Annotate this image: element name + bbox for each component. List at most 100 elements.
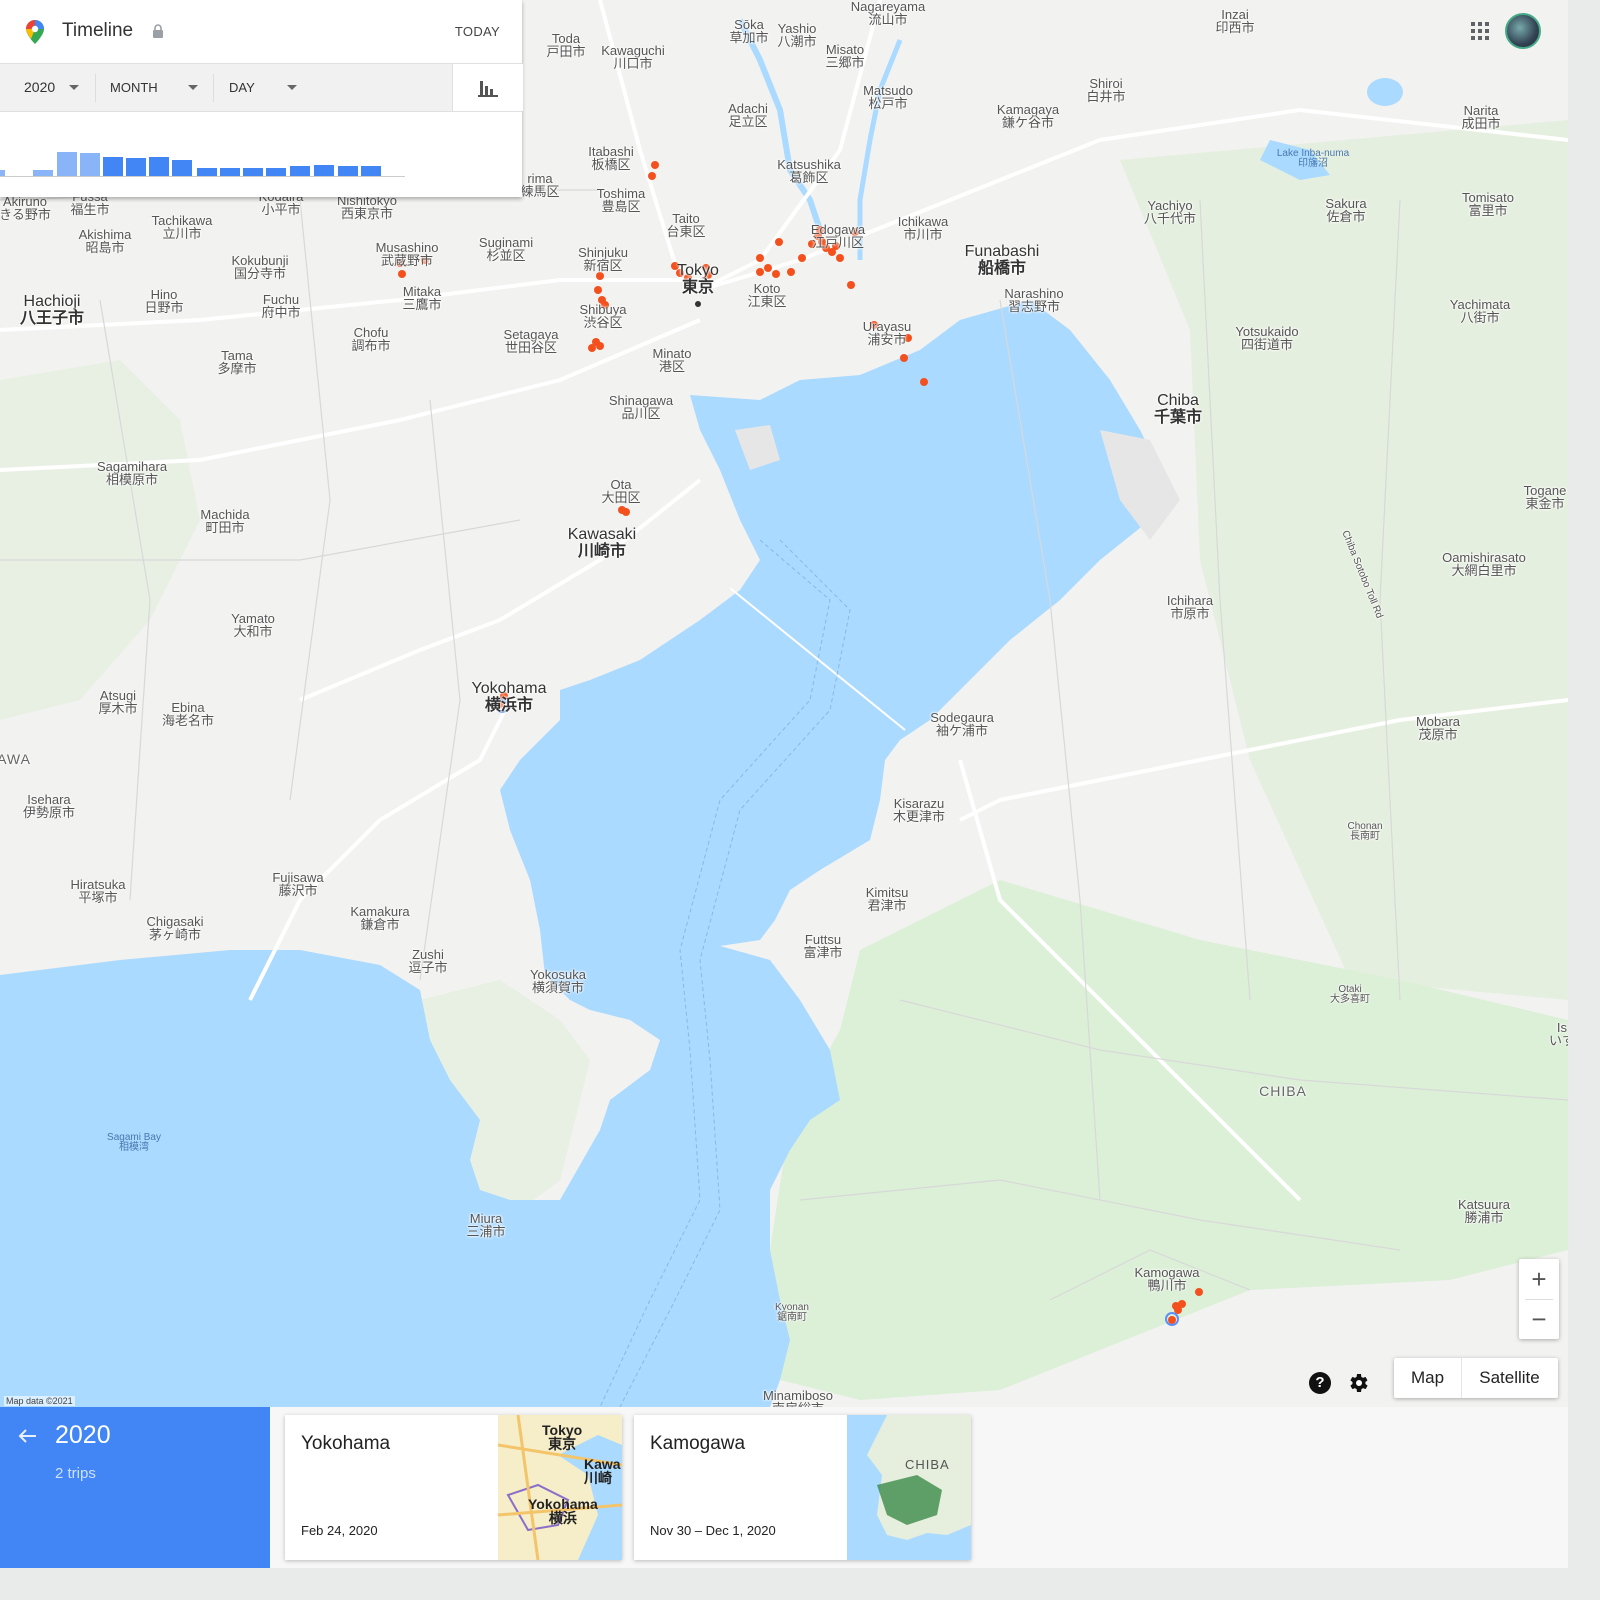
location-dot[interactable] — [588, 344, 596, 352]
lock-icon — [153, 24, 163, 38]
account-avatar[interactable] — [1505, 13, 1541, 49]
location-dot[interactable] — [816, 226, 824, 234]
location-dot[interactable] — [904, 334, 912, 342]
histogram-bar[interactable] — [314, 165, 334, 176]
today-button[interactable]: TODAY — [455, 24, 500, 39]
location-dot[interactable] — [500, 692, 508, 700]
location-dot[interactable] — [601, 301, 609, 309]
trip-map-thumbnail: Tokyo 東京 Kawa 川崎 Yokohama 横浜 — [497, 1415, 622, 1560]
location-dot[interactable] — [1195, 1288, 1203, 1296]
zoom-out-button[interactable]: − — [1519, 1299, 1559, 1339]
location-dot[interactable] — [756, 268, 764, 276]
timeline-panel: Timeline TODAY 2020 MONTH DAY — [0, 0, 523, 197]
location-dot[interactable] — [1168, 1316, 1176, 1324]
histogram-bar[interactable] — [220, 168, 240, 176]
day-select[interactable]: DAY — [229, 64, 299, 111]
location-dot[interactable] — [772, 270, 780, 278]
trips-count: 2 trips — [55, 1465, 96, 1482]
histogram-bar[interactable] — [103, 157, 123, 176]
location-dot[interactable] — [648, 172, 656, 180]
location-dot[interactable] — [676, 269, 684, 277]
back-arrow-icon[interactable] — [16, 1425, 38, 1447]
histogram-bar[interactable] — [197, 168, 217, 176]
thumb-label: 横浜 — [548, 1510, 577, 1526]
location-dot[interactable] — [671, 262, 679, 270]
map-canvas[interactable]: Nagareyama 流山市 Inzai 印西市 Sōka 草加市 Yashio 八潮市 Mis… — [0, 0, 1568, 1407]
location-dot[interactable] — [920, 378, 928, 386]
trip-card-kamogawa[interactable]: Kamogawa Nov 30 – Dec 1, 2020 CHIBA — [634, 1415, 971, 1560]
satellite-view-button[interactable]: Satellite — [1461, 1358, 1558, 1398]
location-dot[interactable] — [836, 254, 844, 262]
zoom-in-button[interactable]: + — [1519, 1259, 1559, 1299]
location-dot[interactable] — [847, 281, 855, 289]
trip-name: Yokohama — [301, 1433, 391, 1454]
trip-date: Nov 30 – Dec 1, 2020 — [650, 1523, 776, 1538]
location-dot[interactable] — [798, 254, 806, 262]
thumb-label: 川崎 — [584, 1470, 612, 1486]
map-type-control: Map Satellite — [1394, 1358, 1558, 1398]
location-dot[interactable] — [396, 259, 404, 267]
location-dot[interactable] — [764, 264, 772, 272]
thumb-label: 東京 — [548, 1436, 577, 1452]
location-dot[interactable] — [775, 238, 783, 246]
histogram-bar[interactable] — [0, 170, 5, 176]
location-dot[interactable] — [651, 161, 659, 169]
location-dot[interactable] — [684, 274, 692, 282]
day-select-label: DAY — [229, 80, 255, 95]
thumb-label: CHIBA — [905, 1457, 950, 1472]
year-select[interactable]: 2020 — [24, 64, 84, 111]
histogram-bar[interactable] — [149, 157, 169, 176]
histogram-bar[interactable] — [338, 166, 358, 176]
trip-map-thumbnail: CHIBA — [847, 1415, 971, 1560]
histogram-bar[interactable] — [33, 170, 53, 176]
help-icon[interactable]: ? — [1309, 1372, 1331, 1394]
histogram-bar[interactable] — [290, 166, 310, 176]
map-attribution: Map data ©2021 — [4, 1396, 75, 1406]
location-dot[interactable] — [596, 272, 604, 280]
map-base — [0, 0, 1568, 1407]
month-select-label: MONTH — [110, 80, 158, 95]
trips-bar: 2020 2 trips Yokohama Feb 24, 2020 Tokyo… — [0, 1407, 1568, 1568]
trip-date: Feb 24, 2020 — [301, 1523, 378, 1538]
location-dot[interactable] — [596, 342, 604, 350]
trip-name: Kamogawa — [650, 1433, 746, 1454]
location-dot[interactable] — [851, 228, 859, 236]
chevron-down-icon — [69, 85, 79, 90]
google-maps-pin-icon — [26, 20, 44, 44]
location-dot[interactable] — [421, 256, 429, 264]
activity-histogram[interactable] — [0, 140, 410, 180]
histogram-bar[interactable] — [57, 152, 77, 176]
zoom-control: + − — [1519, 1259, 1559, 1339]
location-dot[interactable] — [622, 508, 630, 516]
location-dot[interactable] — [900, 354, 908, 362]
location-dot[interactable] — [808, 240, 816, 248]
location-dot[interactable] — [787, 268, 795, 276]
bar-chart-icon — [478, 81, 498, 97]
chart-toggle-button[interactable] — [452, 64, 523, 111]
location-dot[interactable] — [398, 270, 406, 278]
divider — [95, 74, 96, 102]
location-dot[interactable] — [704, 271, 712, 279]
location-dot[interactable] — [870, 321, 878, 329]
year-heading: 2020 — [55, 1421, 111, 1449]
year-select-value: 2020 — [24, 79, 56, 95]
map-view-button[interactable]: Map — [1394, 1358, 1462, 1398]
trip-card-yokohama[interactable]: Yokohama Feb 24, 2020 Tokyo 東京 Kawa 川崎 Y… — [285, 1415, 622, 1560]
histogram-baseline — [0, 176, 405, 177]
histogram-bar[interactable] — [126, 158, 146, 176]
month-select[interactable]: MONTH — [110, 64, 200, 111]
timeline-header: Timeline TODAY — [0, 0, 522, 62]
location-dot[interactable] — [756, 254, 764, 262]
chevron-down-icon — [287, 85, 297, 90]
histogram-bar[interactable] — [266, 168, 286, 176]
histogram-bar[interactable] — [361, 166, 381, 176]
location-dot[interactable] — [702, 264, 710, 272]
location-dot[interactable] — [594, 286, 602, 294]
histogram-bar[interactable] — [172, 160, 192, 176]
histogram-bar[interactable] — [243, 168, 263, 176]
apps-grid-icon[interactable] — [1471, 22, 1489, 40]
histogram-bar[interactable] — [80, 153, 100, 176]
year-summary-panel: 2020 2 trips — [0, 1407, 270, 1568]
location-dot[interactable] — [832, 242, 840, 250]
gear-icon[interactable] — [1346, 1371, 1370, 1395]
